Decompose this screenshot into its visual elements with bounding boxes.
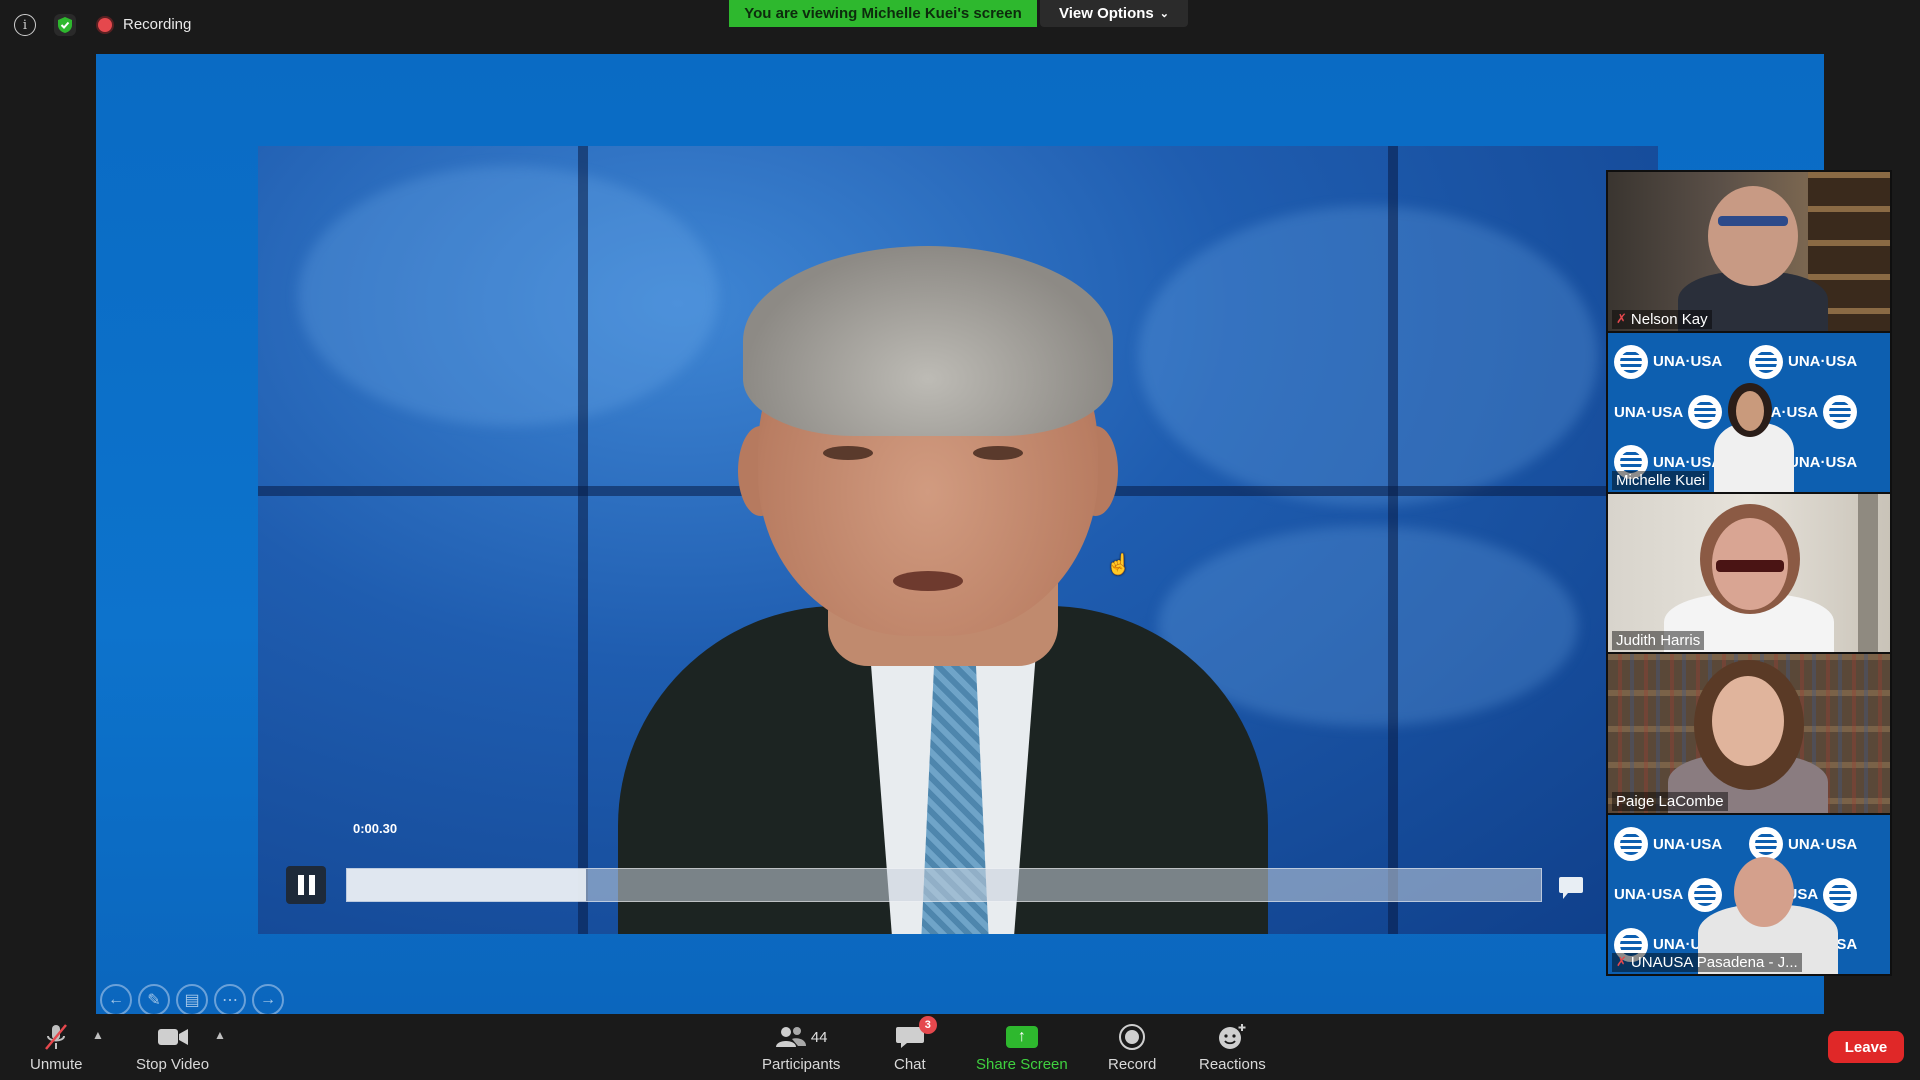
top-bar: i Recording You are viewing Michelle Kue… bbox=[0, 0, 1920, 54]
recording-label: Recording bbox=[123, 16, 192, 33]
record-label: Record bbox=[1108, 1056, 1157, 1073]
microphone-muted-icon bbox=[43, 1022, 69, 1052]
video-player[interactable]: ☝ 0:00.30 bbox=[258, 146, 1658, 934]
microphone-muted-icon: ✗ bbox=[1616, 311, 1627, 327]
pen-icon[interactable]: ✎ bbox=[138, 984, 170, 1014]
captions-icon[interactable] bbox=[1556, 872, 1586, 899]
participant-name: Paige LaCombe bbox=[1612, 792, 1728, 812]
view-options-button[interactable]: View Options ⌄ bbox=[1040, 0, 1188, 27]
leave-button[interactable]: Leave bbox=[1828, 1031, 1904, 1063]
hand-cursor-icon: ☝ bbox=[1106, 554, 1131, 576]
video-progress-fill bbox=[347, 869, 586, 901]
smiley-plus-icon bbox=[1217, 1022, 1247, 1052]
participants-button[interactable]: 44 Participants bbox=[762, 1022, 840, 1073]
share-screen-button[interactable]: ↑ Share Screen bbox=[976, 1022, 1068, 1073]
un-emblem-icon bbox=[1688, 877, 1723, 912]
share-screen-label: Share Screen bbox=[976, 1056, 1068, 1073]
participants-icon bbox=[775, 1027, 806, 1047]
participant-name: Judith Harris bbox=[1612, 631, 1705, 651]
unmute-label: Unmute bbox=[30, 1056, 83, 1073]
un-emblem-icon bbox=[1749, 344, 1783, 379]
chat-bubble-icon: 3 bbox=[895, 1016, 937, 1052]
un-emblem-icon bbox=[1614, 344, 1648, 379]
video-camera-icon bbox=[157, 1022, 189, 1052]
recording-indicator-icon bbox=[98, 18, 112, 32]
chevron-down-icon: ⌄ bbox=[1159, 8, 1169, 20]
participant-name: ✗ UNAUSA Pasadena - J... bbox=[1612, 952, 1802, 972]
participant-tile[interactable]: Paige LaCombe bbox=[1608, 654, 1890, 814]
pause-icon bbox=[297, 875, 304, 895]
chat-button[interactable]: 3 Chat bbox=[894, 1016, 937, 1073]
info-icon[interactable]: i bbox=[14, 14, 36, 36]
audio-options-caret-icon[interactable]: ▲ bbox=[92, 1028, 104, 1042]
microphone-muted-icon: ✗ bbox=[1616, 954, 1627, 970]
participant-name: Michelle Kuei bbox=[1612, 470, 1710, 490]
participant-tile[interactable]: Judith Harris bbox=[1608, 493, 1890, 653]
view-options-label: View Options bbox=[1059, 5, 1154, 22]
participant-name: ✗ Nelson Kay bbox=[1612, 309, 1712, 329]
pause-button[interactable] bbox=[286, 866, 326, 904]
participants-count: 44 bbox=[810, 1028, 828, 1046]
un-emblem-icon bbox=[1823, 395, 1858, 430]
speaker-video bbox=[578, 216, 1298, 934]
participant-tile[interactable]: UNA·USA UNA·USA UNA·USA UNA·USA UNA·USA … bbox=[1608, 815, 1890, 974]
participant-tile[interactable]: ✗ Nelson Kay bbox=[1608, 172, 1890, 331]
reactions-button[interactable]: Reactions bbox=[1199, 1022, 1266, 1073]
stop-video-button[interactable]: Stop Video bbox=[136, 1022, 209, 1073]
stop-video-label: Stop Video bbox=[136, 1056, 210, 1073]
chat-label: Chat bbox=[894, 1056, 926, 1073]
video-progress-bar[interactable] bbox=[346, 868, 1542, 902]
participant-tile[interactable]: UNA·USA UNA·USA UNA·USA UNA·USA UNA·USA … bbox=[1608, 332, 1890, 492]
unmute-button[interactable]: Unmute bbox=[30, 1022, 83, 1073]
un-emblem-icon bbox=[1688, 395, 1723, 430]
slides-icon[interactable]: ▤ bbox=[176, 984, 208, 1014]
video-options-caret-icon[interactable]: ▲ bbox=[214, 1028, 226, 1042]
shield-check-icon[interactable] bbox=[54, 14, 76, 36]
slide-navigation: ← ✎ ▤ ⋯ → bbox=[100, 984, 284, 1014]
video-timestamp: 0:00.30 bbox=[353, 821, 398, 836]
un-emblem-icon bbox=[1614, 827, 1648, 862]
record-button[interactable]: Record bbox=[1108, 1022, 1156, 1073]
chat-unread-badge: 3 bbox=[918, 1016, 937, 1034]
shared-screen: ☝ 0:00.30 ← ✎ ▤ ⋯ → bbox=[96, 54, 1824, 1014]
meeting-toolbar: Unmute ▲ Stop Video ▲ 44 Participants 3 … bbox=[0, 1014, 1920, 1080]
record-icon bbox=[1119, 1024, 1146, 1050]
next-slide-icon[interactable]: → bbox=[252, 984, 284, 1014]
participant-video-panel: ✗ Nelson Kay UNA·USA UNA·USA UNA·USA UNA… bbox=[1606, 170, 1892, 976]
un-emblem-icon bbox=[1823, 877, 1858, 912]
viewing-screen-banner: You are viewing Michelle Kuei's screen bbox=[729, 0, 1037, 27]
more-options-icon[interactable]: ⋯ bbox=[214, 984, 246, 1014]
share-screen-arrow-icon: ↑ bbox=[1005, 1026, 1038, 1048]
previous-slide-icon[interactable]: ← bbox=[100, 984, 132, 1014]
participants-label: Participants bbox=[762, 1056, 841, 1073]
reactions-label: Reactions bbox=[1199, 1056, 1266, 1073]
